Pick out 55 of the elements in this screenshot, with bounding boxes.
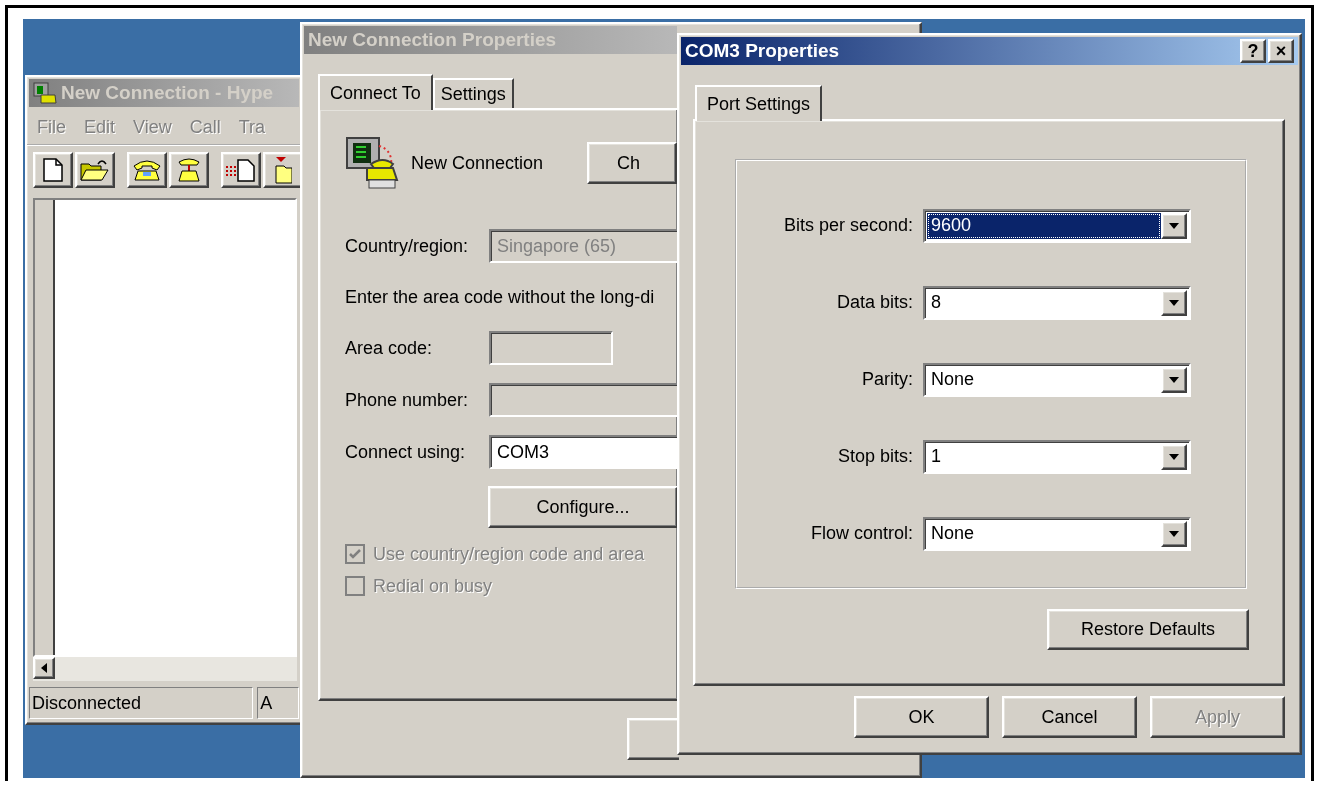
dropdown-value: 1 [930,445,942,468]
status-cell: Disconnected [29,687,254,719]
dropdown-value: None [930,368,976,391]
field-label: Flow control: [809,523,914,544]
change-icon-button[interactable]: Ch [587,142,677,184]
phone-icon [132,158,162,182]
send-file-icon [225,158,257,182]
toolbar-button[interactable] [263,152,301,188]
checkbox-label: Use country/region code and area [373,543,645,565]
field-label: Area code: [345,337,434,359]
input-field[interactable]: COM3 [489,435,679,469]
horizontal-scrollbar[interactable] [33,657,297,681]
toolbar-button[interactable] [221,152,261,188]
dropdown[interactable]: None [923,516,1191,551]
toolbar-button[interactable] [127,152,167,188]
dialog-title: New Connection Properties [308,29,557,51]
new-file-icon [43,158,63,182]
restore-defaults-button[interactable]: Restore Defaults [1047,609,1249,650]
dropdown[interactable]: None [923,362,1191,397]
toolbar-button[interactable] [75,152,115,188]
open-folder-icon [80,158,110,182]
tab[interactable]: Settings [432,78,514,108]
scroll-left-button[interactable] [33,657,55,679]
terminal-phone-icon [33,81,57,105]
status-cell: A [257,687,299,719]
instruction-text: Enter the area code without the long-di [345,285,656,309]
dialog-title: COM3 Properties [685,40,840,62]
dropdown[interactable]: 8 [923,285,1191,320]
field-label: Connect using: [345,441,467,463]
connection-name: New Connection [411,152,544,174]
dialog-button[interactable]: Cancel [1002,696,1137,738]
phone-hang-up-icon [176,157,202,183]
checkbox-label: Redial on busy [373,575,493,597]
field-label: Bits per second: [782,215,914,236]
toolbar-button[interactable] [33,152,73,188]
configure-button[interactable]: Configure... [488,486,678,528]
dialog-button[interactable]: OK [854,696,989,738]
field-label: Stop bits: [836,446,914,467]
dropdown-value: None [930,522,976,545]
tab[interactable]: Port Settings [695,85,823,121]
field-label: Parity: [861,369,914,390]
field-label: Data bits: [835,292,914,313]
help-button[interactable]: ? [1240,39,1266,63]
tab[interactable]: Connect To [318,74,433,110]
dropdown[interactable]: 1 [923,439,1191,474]
toolbar-button[interactable] [169,152,209,188]
close-button[interactable]: × [1268,39,1294,63]
left-arrow-icon [41,663,47,673]
dropdown-value: 9600 [927,212,1161,239]
dropdown-value: 8 [930,291,942,314]
field-label: Phone number: [345,389,470,411]
field-label: Country/region: [345,235,470,257]
dialog-button[interactable] [627,718,679,760]
dropdown[interactable]: 9600 [923,208,1191,243]
receive-folder-icon [274,156,292,184]
